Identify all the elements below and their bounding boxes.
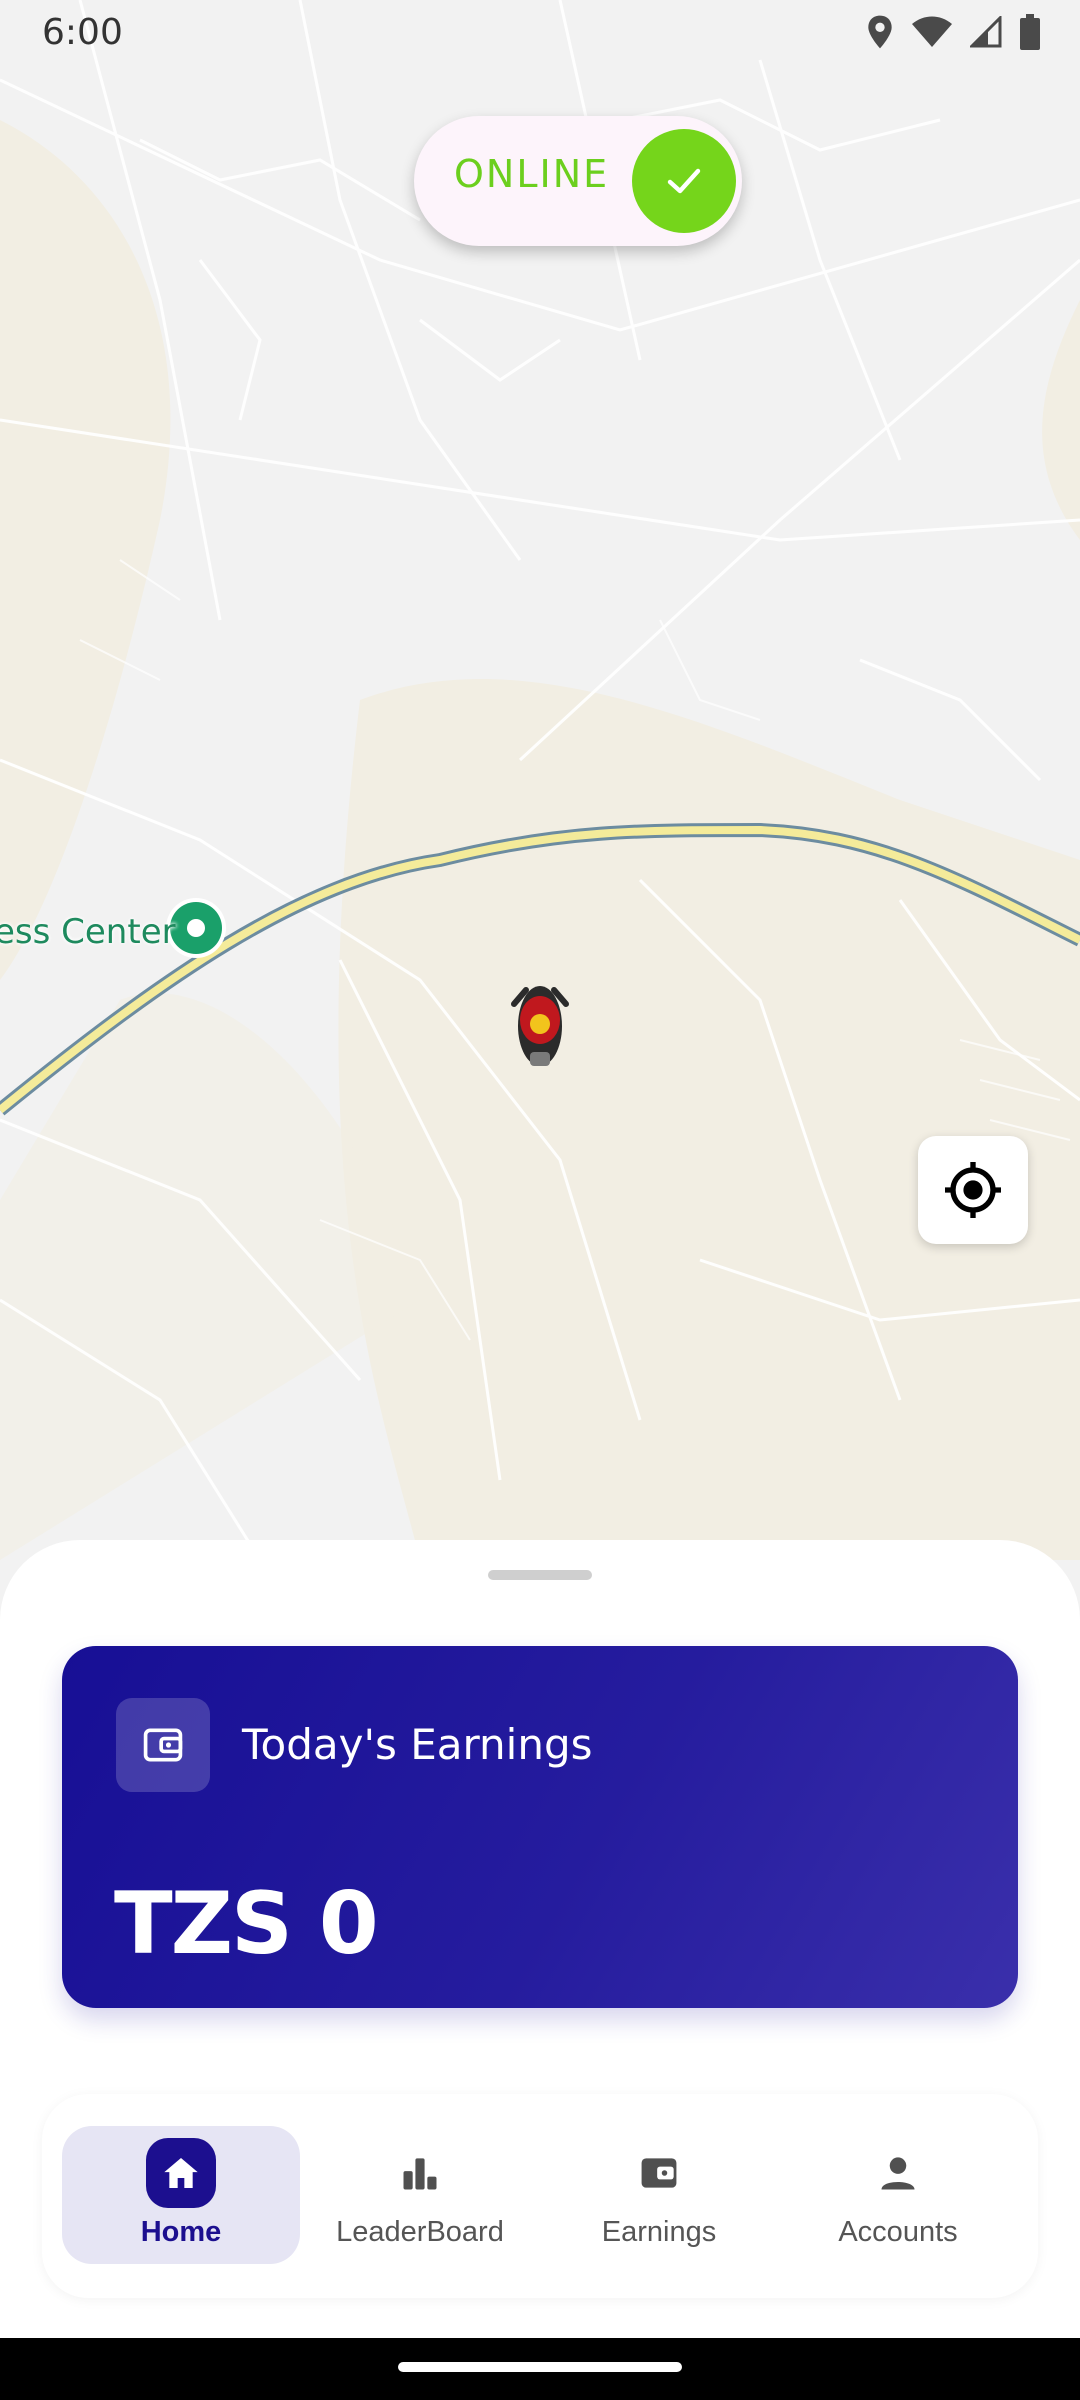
battery-icon	[1020, 14, 1040, 50]
bottom-navigation: Home LeaderBoard Earnings Accounts	[42, 2094, 1038, 2298]
wifi-icon	[912, 16, 952, 47]
status-icons	[866, 12, 1040, 52]
nav-label-accounts: Accounts	[838, 2216, 958, 2248]
nav-label-home: Home	[140, 2216, 222, 2248]
wallet-icon	[641, 2158, 677, 2188]
nav-item-home[interactable]: Home	[62, 2126, 300, 2264]
online-toggle[interactable]: ONLINE	[414, 116, 742, 246]
person-icon	[881, 2157, 915, 2190]
earnings-title: Today's Earnings	[242, 1720, 593, 1769]
nav-icon-container	[146, 2138, 216, 2208]
nav-item-earnings[interactable]: Earnings	[540, 2126, 778, 2264]
nav-item-accounts[interactable]: Accounts	[779, 2126, 1017, 2264]
nav-label-leaderboard: LeaderBoard	[336, 2216, 504, 2248]
wallet-icon	[143, 1728, 183, 1762]
location-icon	[868, 15, 892, 49]
online-label: ONLINE	[454, 152, 610, 196]
check-icon	[667, 168, 701, 194]
home-icon	[164, 2158, 198, 2188]
earnings-card[interactable]: Today's Earnings TZS 0	[62, 1646, 1018, 2008]
nav-item-leaderboard[interactable]: LeaderBoard	[301, 2126, 539, 2264]
earnings-icon-box	[116, 1698, 210, 1792]
place-label: ess Center	[0, 912, 176, 952]
nav-icon-container	[624, 2138, 694, 2208]
earnings-amount: TZS 0	[114, 1874, 379, 1974]
sheet-drag-handle[interactable]	[488, 1570, 592, 1580]
gesture-handle[interactable]	[398, 2362, 682, 2372]
nav-icon-container	[863, 2138, 933, 2208]
signal-icon	[970, 16, 1002, 48]
my-location-button[interactable]	[918, 1136, 1028, 1244]
online-knob[interactable]	[632, 129, 736, 233]
status-bar: 6:00	[0, 0, 1080, 64]
system-navigation-bar	[0, 2338, 1080, 2400]
crosshair-icon	[945, 1162, 1001, 1218]
bar-chart-icon	[403, 2158, 437, 2190]
nav-icon-container	[385, 2138, 455, 2208]
status-time: 6:00	[42, 12, 123, 53]
nav-label-earnings: Earnings	[601, 2216, 717, 2248]
